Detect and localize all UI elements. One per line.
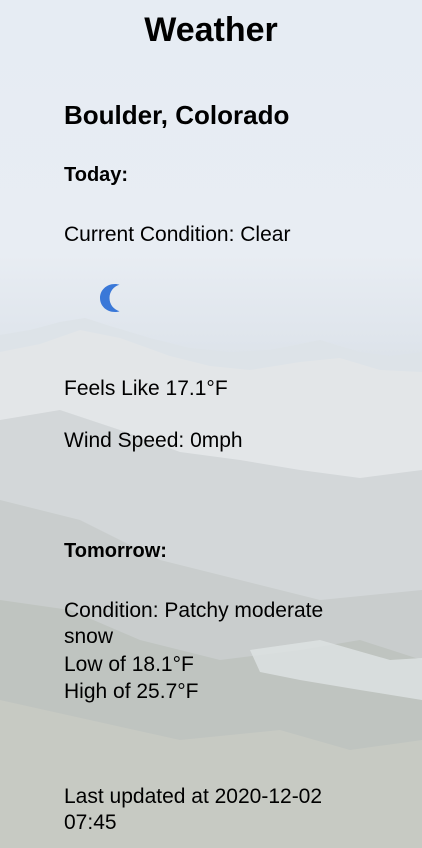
today-heading: Today:	[64, 164, 129, 186]
moon-icon	[96, 282, 124, 314]
wind-speed: Wind Speed: 0mph	[64, 429, 243, 452]
last-updated: Last updated at 2020-12-02 07:45	[64, 785, 323, 834]
tomorrow-high: High of 25.7°F	[64, 680, 199, 703]
tomorrow-condition: Condition: Patchy moderate snow	[64, 599, 324, 648]
current-condition: Current Condition: Clear	[64, 223, 291, 246]
feels-like: Feels Like 17.1°F	[64, 377, 228, 400]
tomorrow-low: Low of 18.1°F	[64, 653, 194, 676]
page-title: Weather	[144, 11, 278, 49]
tomorrow-heading: Tomorrow:	[64, 540, 167, 562]
location-heading: Boulder, Colorado	[64, 100, 290, 130]
